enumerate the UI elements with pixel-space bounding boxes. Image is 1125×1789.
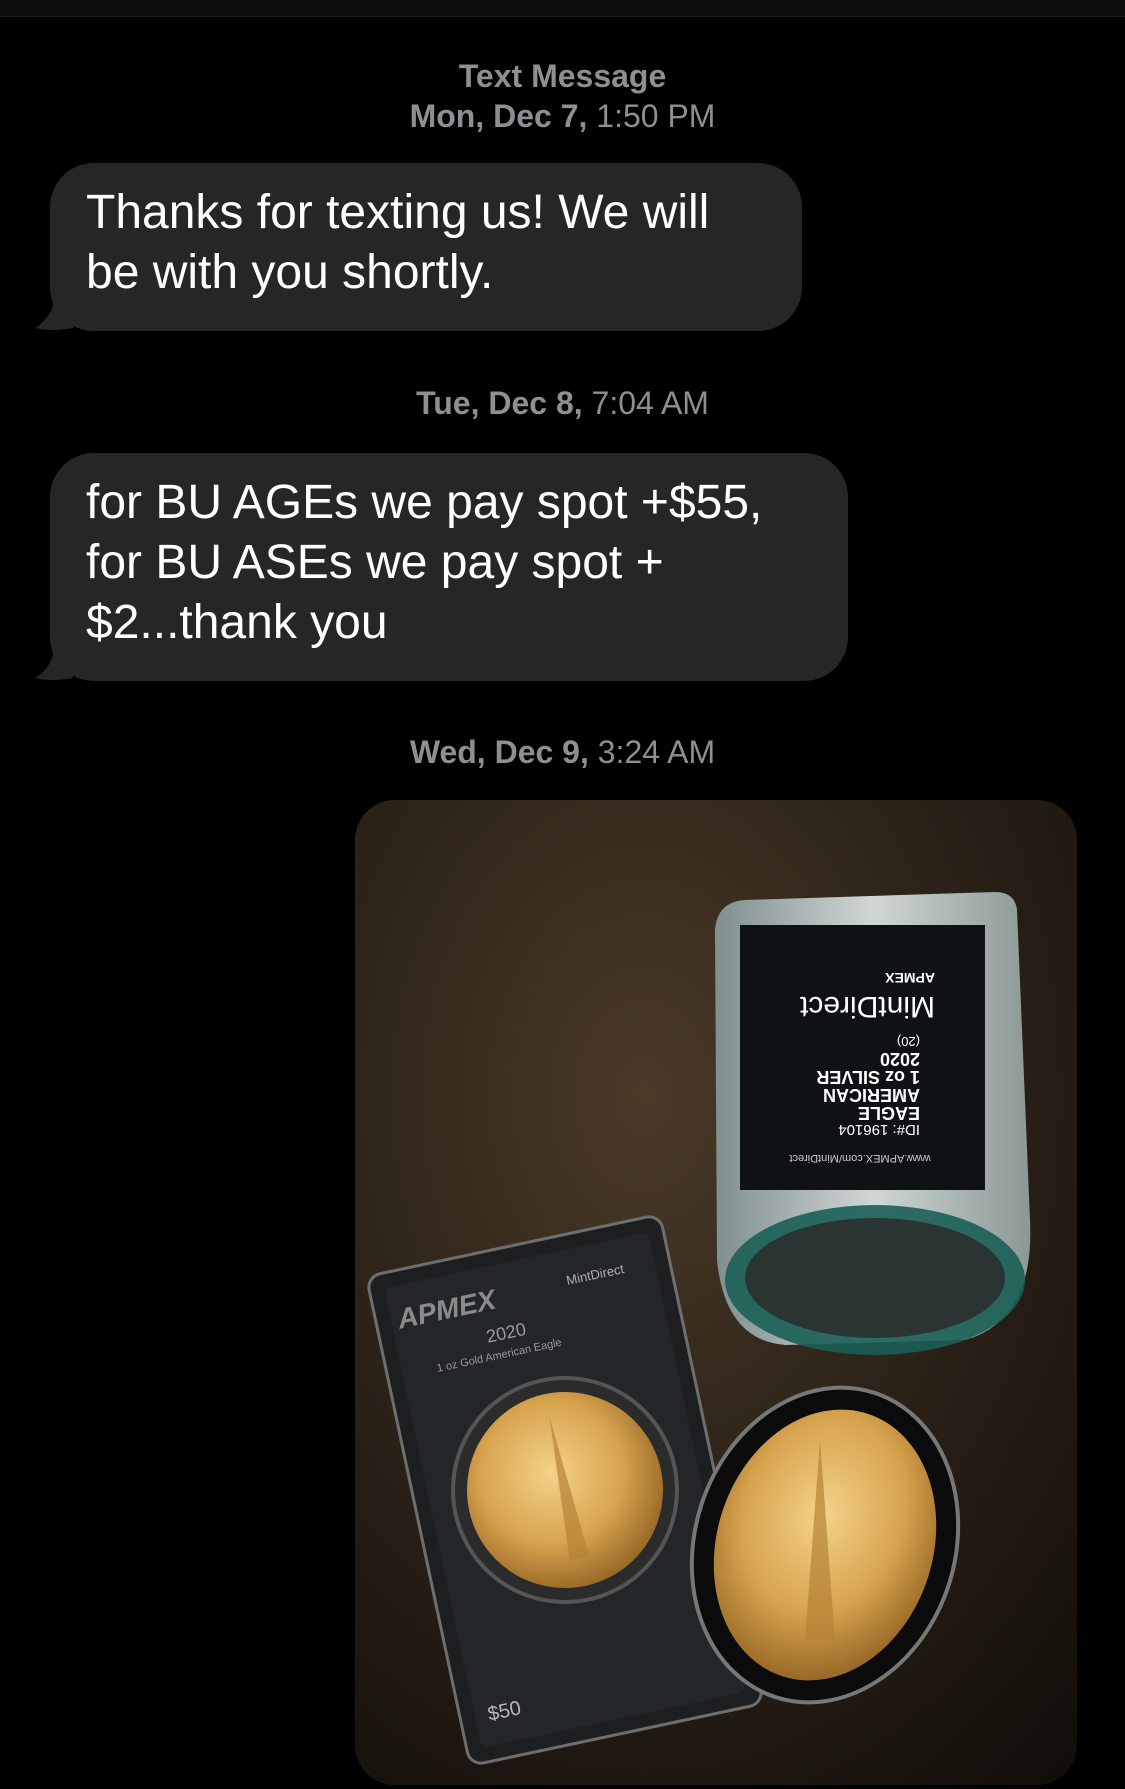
tube-label — [740, 925, 985, 1190]
tube-line-eagle: EAGLE — [858, 1103, 920, 1123]
photo-attachment[interactable]: www.APMEX.com/MintDirect ID#: 196104 EAG… — [355, 800, 1077, 1785]
tube-url: www.APMEX.com/MintDirect — [789, 1152, 931, 1164]
conversation-type-label: Text Message — [458, 58, 667, 94]
timestamp-1: Mon, Dec 7, 1:50 PM — [409, 98, 716, 134]
incoming-message-bubble[interactable]: Thanks for texting us! We will be with y… — [50, 163, 802, 331]
tube-line-american: AMERICAN — [823, 1085, 920, 1105]
incoming-message-bubble[interactable]: for BU AGEs we pay spot +$55, for BU ASE… — [50, 453, 848, 681]
tube-line-silver: 1 oz SILVER — [816, 1067, 920, 1087]
tube-brand: MintDirect — [799, 990, 935, 1023]
timestamp-2: Tue, Dec 8, 7:04 AM — [416, 385, 709, 421]
tube-line-year: 2020 — [880, 1049, 920, 1069]
message-text: for BU AGEs we pay spot +$55, for BU ASE… — [86, 476, 763, 649]
message-text: Thanks for texting us! We will be with y… — [86, 186, 710, 299]
tube-apmex: APMEX — [885, 970, 935, 986]
tube-line-count: (20) — [897, 1034, 920, 1049]
top-bar — [0, 0, 1125, 17]
coin-tube: www.APMEX.com/MintDirect ID#: 196104 EAG… — [715, 892, 1031, 1355]
timestamp-3: Wed, Dec 9, 3:24 AM — [409, 734, 716, 770]
